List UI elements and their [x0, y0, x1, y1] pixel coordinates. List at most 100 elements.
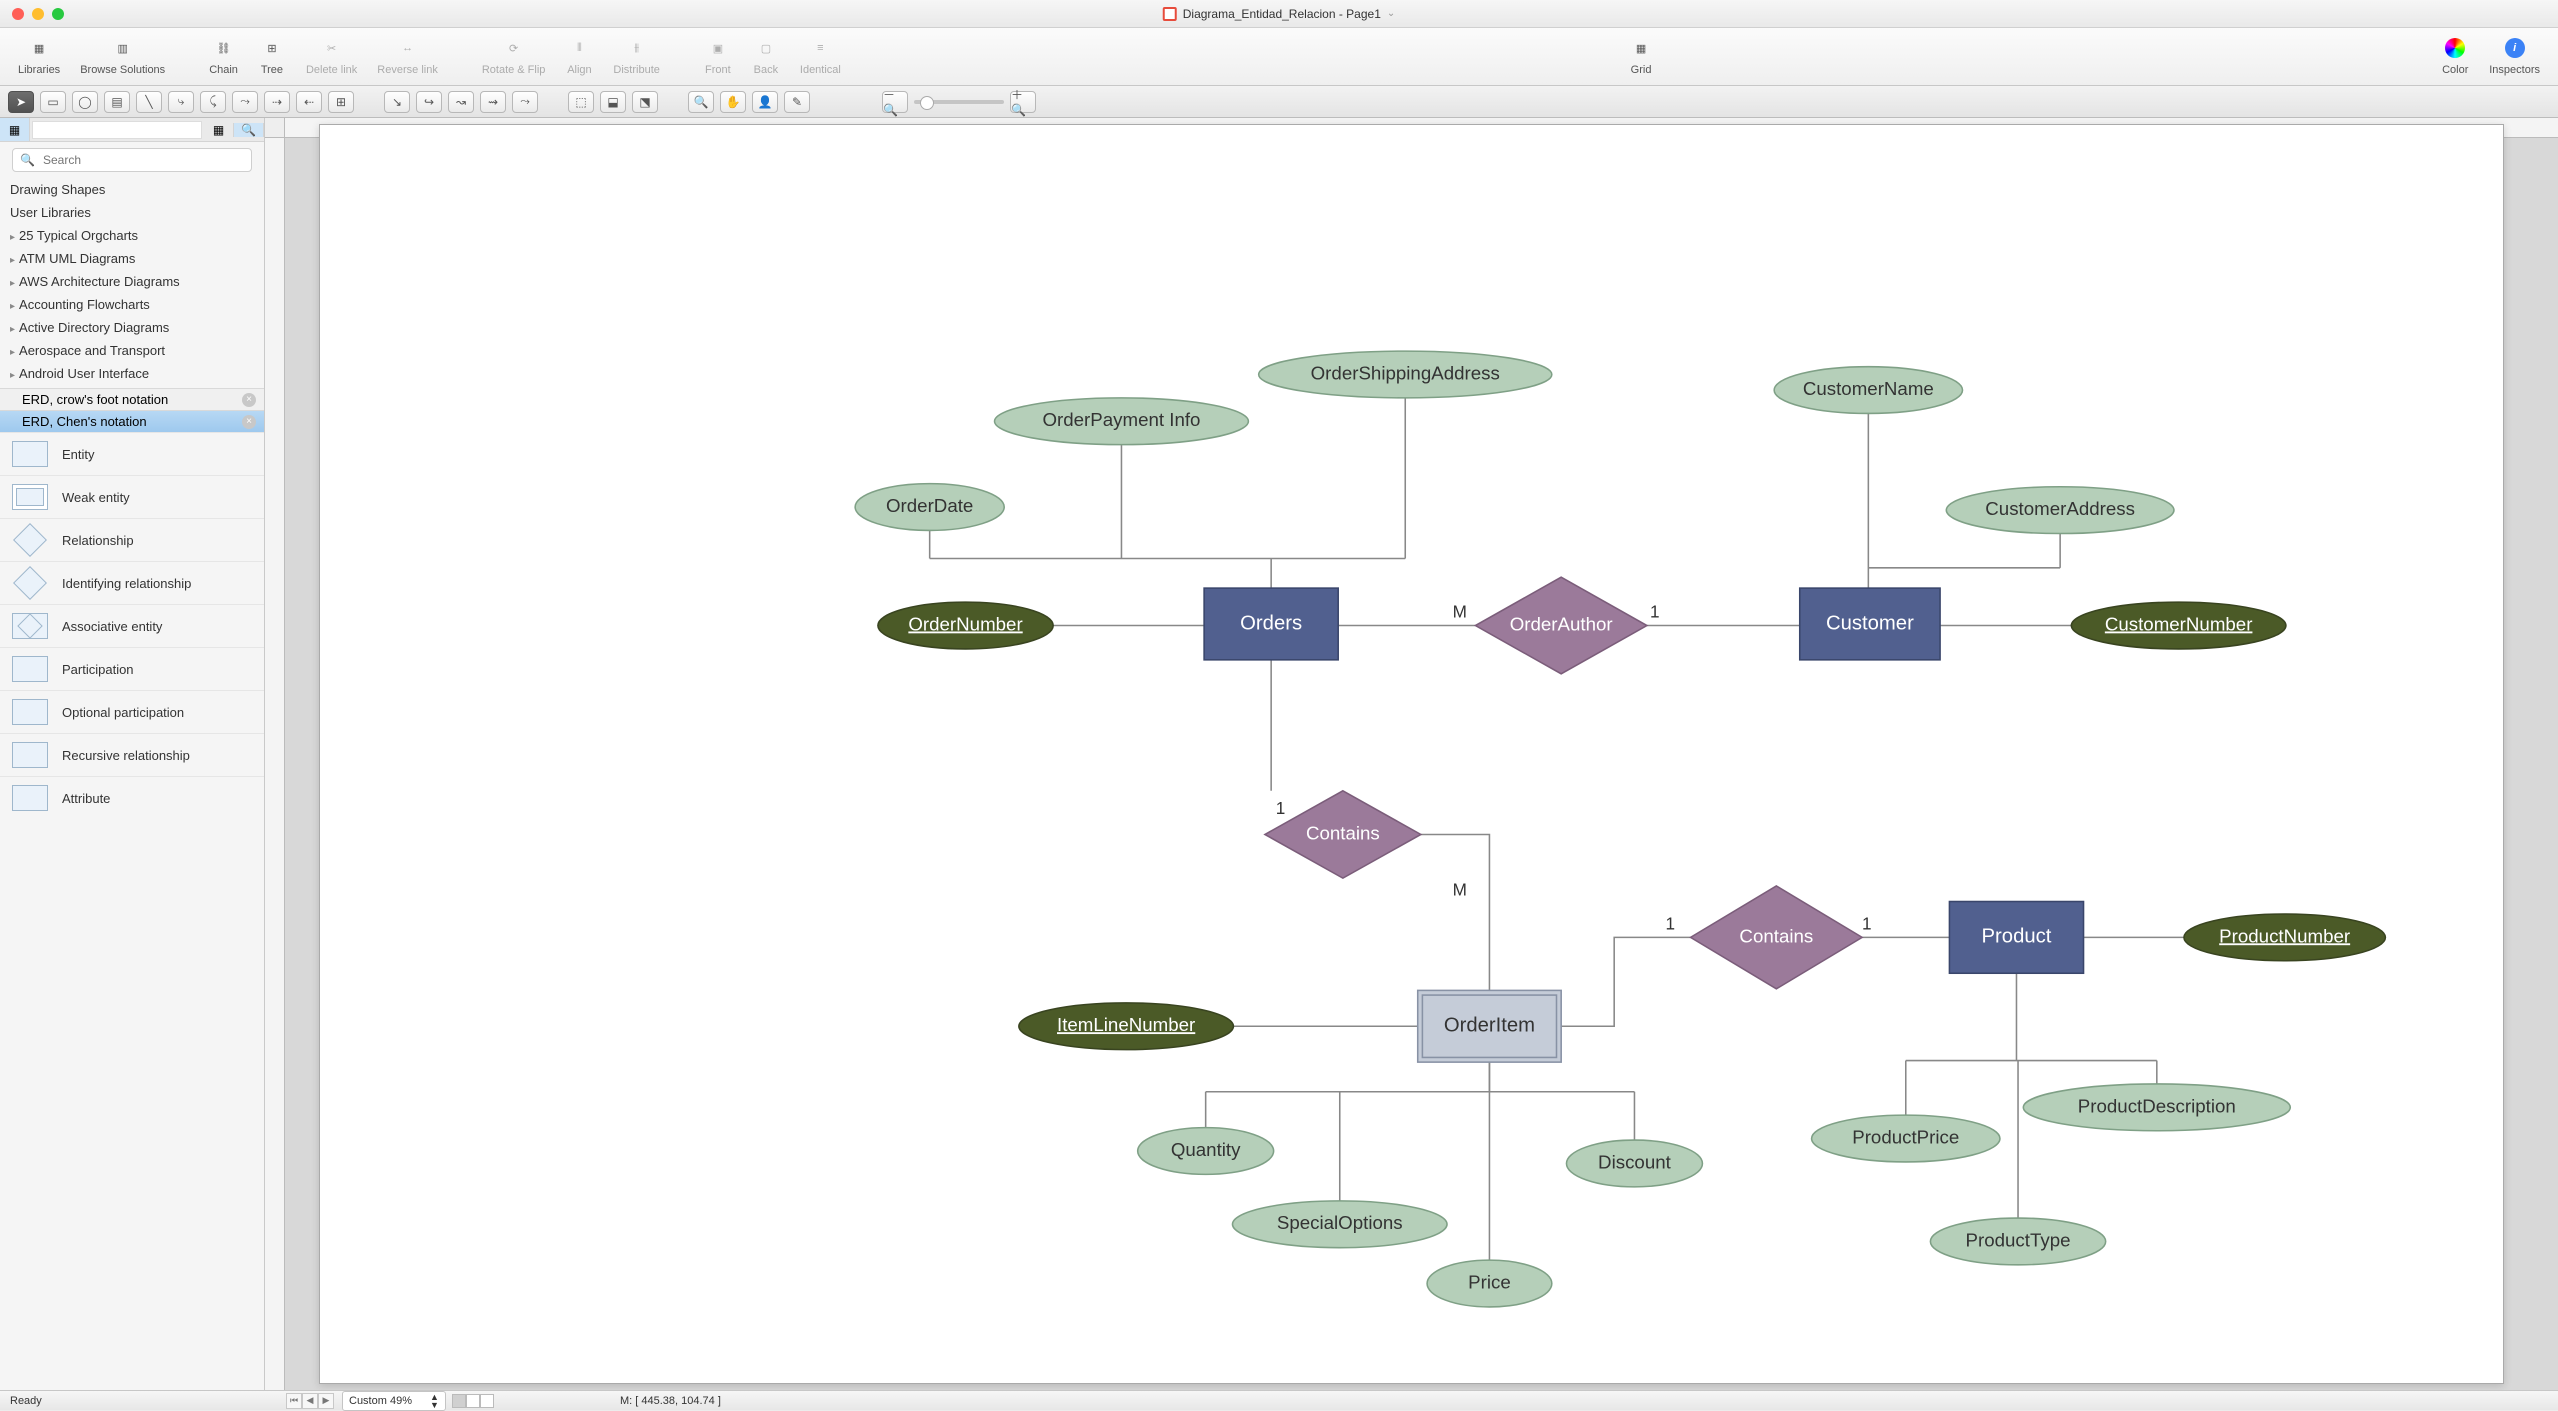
attribute-producttype[interactable]: ProductType [1966, 1229, 2071, 1250]
stencil-item[interactable]: Entity [0, 432, 264, 475]
title-dropdown-icon[interactable]: ⌄ [1387, 8, 1395, 19]
stencil-item[interactable]: Optional participation [0, 690, 264, 733]
attribute-specialoptions[interactable]: SpecialOptions [1277, 1212, 1403, 1233]
sidebar-tab-shapes[interactable]: ▦ [0, 118, 30, 141]
connector-tool-5[interactable]: ⇠ [296, 91, 322, 113]
entity-customer[interactable]: Customer [1826, 612, 1914, 634]
insert-tool[interactable]: ⊞ [328, 91, 354, 113]
toolbar-browse-button[interactable]: ▥Browse Solutions [70, 32, 175, 78]
stencil-item[interactable]: Weak entity [0, 475, 264, 518]
library-category[interactable]: Active Directory Diagrams [0, 316, 264, 339]
attribute-customeraddress[interactable]: CustomerAddress [1985, 498, 2135, 519]
pointer-tool[interactable]: ➤ [8, 91, 34, 113]
attribute-itemlinenumber[interactable]: ItemLineNumber [1057, 1014, 1195, 1035]
entity-product[interactable]: Product [1982, 926, 2052, 948]
attribute-productnumber[interactable]: ProductNumber [2219, 925, 2350, 946]
select-tool[interactable]: 👤 [752, 91, 778, 113]
stencil-item[interactable]: Participation [0, 647, 264, 690]
attribute-orderdate[interactable]: OrderDate [886, 495, 973, 516]
library-category[interactable]: ATM UML Diagrams [0, 247, 264, 270]
group-tool-2[interactable]: ⬓ [600, 91, 626, 113]
ellipse-tool[interactable]: ◯ [72, 91, 98, 113]
connector-tool-2[interactable]: ⤹ [200, 91, 226, 113]
toolbar-grid-button[interactable]: ▦Grid [1617, 32, 1665, 78]
zoom-slider[interactable] [914, 100, 1004, 104]
close-icon[interactable]: × [242, 393, 256, 407]
attribute-customername[interactable]: CustomerName [1803, 378, 1934, 399]
pan-tool[interactable]: ✋ [720, 91, 746, 113]
entity-orderitem[interactable]: OrderItem [1444, 1015, 1535, 1037]
line-tool[interactable]: ╲ [136, 91, 162, 113]
attribute-discount[interactable]: Discount [1598, 1151, 1672, 1172]
arrow-tool-2[interactable]: ↪ [416, 91, 442, 113]
arrow-tool-5[interactable]: ⤳ [512, 91, 538, 113]
relationship-contains2[interactable]: Contains [1739, 925, 1813, 946]
stencil-item[interactable]: Identifying relationship [0, 561, 264, 604]
close-icon[interactable]: × [242, 415, 256, 429]
stencil-item[interactable]: Recursive relationship [0, 733, 264, 776]
attribute-ordershipping[interactable]: OrderShippingAddress [1311, 362, 1500, 383]
attribute-price[interactable]: Price [1468, 1271, 1511, 1292]
erd-diagram[interactable]: OrderAuthor Contains Contains Orders Custome… [320, 125, 2503, 1326]
attribute-quantity[interactable]: Quantity [1171, 1139, 1241, 1160]
page-thumb-2[interactable] [466, 1394, 480, 1408]
close-window-button[interactable] [12, 8, 24, 20]
library-category[interactable]: User Libraries [0, 201, 264, 224]
relationship-contains1[interactable]: Contains [1306, 822, 1380, 843]
toolbar-inspectors-button[interactable]: iInspectors [2479, 32, 2550, 78]
group-tool-3[interactable]: ⬔ [632, 91, 658, 113]
canvas-area[interactable]: OrderAuthor Contains Contains Orders Custome… [265, 118, 2558, 1390]
toolbar-tree-button[interactable]: ⊞Tree [248, 32, 296, 78]
rectangle-tool[interactable]: ▭ [40, 91, 66, 113]
page-prev-button[interactable]: ◀ [302, 1393, 318, 1409]
attribute-productprice[interactable]: ProductPrice [1852, 1126, 1959, 1147]
page-next-button[interactable]: ▶ [318, 1393, 334, 1409]
zoom-stepper-icon[interactable]: ▲▼ [430, 1393, 439, 1409]
page-thumb-3[interactable] [480, 1394, 494, 1408]
toolbar-chain-button[interactable]: ⛓Chain [199, 32, 248, 78]
zoom-selector[interactable]: Custom 49% ▲▼ [342, 1391, 446, 1411]
toolbar-label: Browse Solutions [80, 64, 165, 76]
minimize-window-button[interactable] [32, 8, 44, 20]
library-category[interactable]: AWS Architecture Diagrams [0, 270, 264, 293]
zoom-out-button[interactable]: －🔍 [882, 91, 908, 113]
page-thumb-1[interactable] [452, 1394, 466, 1408]
sidebar-search-icon[interactable]: 🔍 [234, 123, 264, 137]
sidebar-view-grid-icon[interactable]: ▦ [204, 123, 234, 137]
arrow-tool-3[interactable]: ↝ [448, 91, 474, 113]
arrow-tool-4[interactable]: ⇝ [480, 91, 506, 113]
connector-tool-3[interactable]: ⤳ [232, 91, 258, 113]
library-category[interactable]: Accounting Flowcharts [0, 293, 264, 316]
text-tool[interactable]: ▤ [104, 91, 130, 113]
zoom-tool[interactable]: 🔍 [688, 91, 714, 113]
stencil-tab[interactable]: ERD, Chen's notation× [0, 410, 264, 432]
arrow-tool-1[interactable]: ↘ [384, 91, 410, 113]
connector-tool-4[interactable]: ⇢ [264, 91, 290, 113]
stencil-label: Entity [62, 447, 95, 462]
toolbar-color-button[interactable]: Color [2431, 32, 2479, 78]
attribute-productdescription[interactable]: ProductDescription [2078, 1095, 2236, 1116]
stencil-item[interactable]: Relationship [0, 518, 264, 561]
attribute-customernumber[interactable]: CustomerNumber [2105, 613, 2253, 634]
attribute-orderpayment[interactable]: OrderPayment Info [1042, 409, 1200, 430]
library-category[interactable]: Android User Interface [0, 362, 264, 385]
stencil-tab[interactable]: ERD, crow's foot notation× [0, 388, 264, 410]
search-input[interactable] [12, 148, 252, 172]
library-category[interactable]: Drawing Shapes [0, 178, 264, 201]
stencil-item[interactable]: Associative entity [0, 604, 264, 647]
edit-tool[interactable]: ✎ [784, 91, 810, 113]
group-tool-1[interactable]: ⬚ [568, 91, 594, 113]
page-first-button[interactable]: ⏮ [286, 1393, 302, 1409]
connector-tool-1[interactable]: ⤷ [168, 91, 194, 113]
library-category[interactable]: Aerospace and Transport [0, 339, 264, 362]
toolbar-libraries-button[interactable]: ▦Libraries [8, 32, 70, 78]
sidebar-filter-input[interactable] [32, 121, 202, 139]
relationship-orderauthor[interactable]: OrderAuthor [1510, 613, 1613, 634]
maximize-window-button[interactable] [52, 8, 64, 20]
entity-orders[interactable]: Orders [1240, 612, 1302, 634]
page[interactable]: OrderAuthor Contains Contains Orders Custome… [319, 124, 2504, 1384]
stencil-item[interactable]: Attribute [0, 776, 264, 819]
attribute-ordernumber[interactable]: OrderNumber [908, 613, 1022, 634]
library-category[interactable]: 25 Typical Orgcharts [0, 224, 264, 247]
zoom-in-button[interactable]: ＋🔍 [1010, 91, 1036, 113]
